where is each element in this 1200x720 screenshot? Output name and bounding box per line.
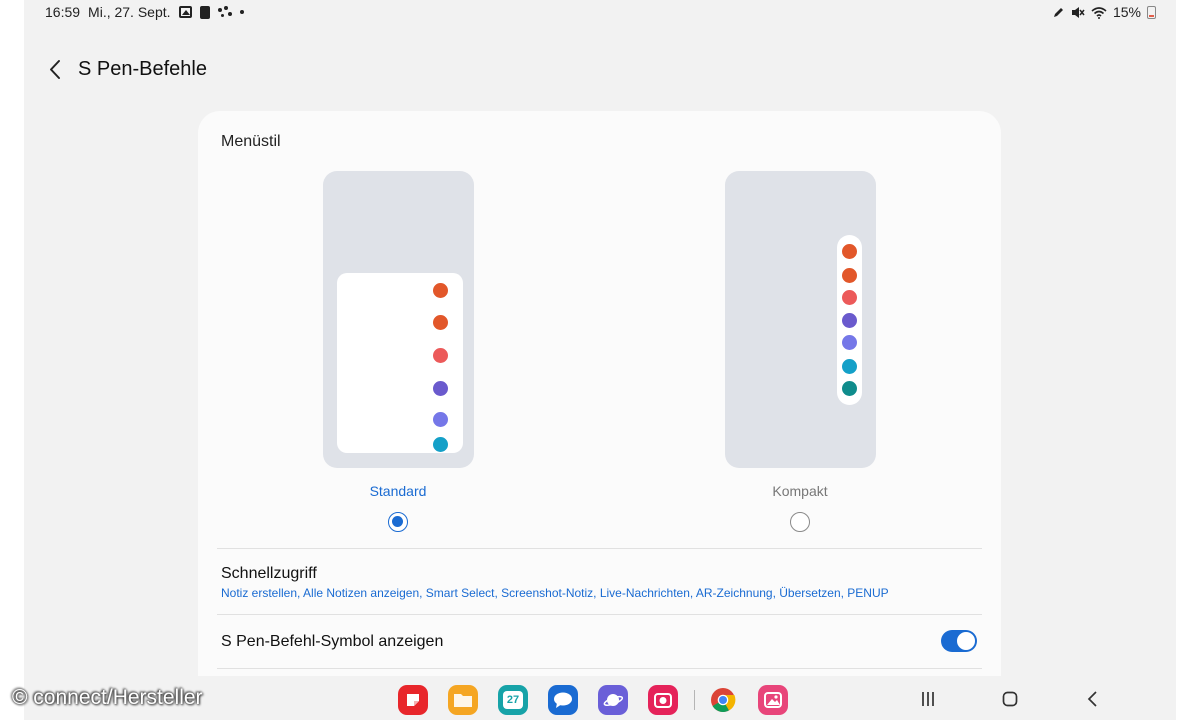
status-bar: 16:59 Mi., 27. Sept. 15%: [24, 0, 1176, 24]
compact-radio[interactable]: [790, 512, 810, 532]
picture-glyph-icon: [764, 692, 782, 708]
files-app-icon[interactable]: [448, 685, 478, 715]
divider: [217, 614, 982, 615]
planet-icon: [603, 694, 623, 706]
copyright-watermark: © connect/Hersteller: [12, 686, 203, 709]
menu-dot: [433, 412, 448, 427]
page-title: S Pen-Befehle: [78, 58, 207, 80]
standard-option-label[interactable]: Standard: [318, 483, 478, 499]
calendar-app-icon[interactable]: 27: [498, 685, 528, 715]
show-icon-toggle[interactable]: [941, 630, 977, 652]
menu-dot: [433, 315, 448, 330]
menu-dot: [842, 335, 857, 350]
nav-back-icon: [1087, 691, 1097, 707]
camera-glyph-icon: [654, 693, 672, 708]
wifi-icon: [1091, 6, 1107, 19]
folder-glyph-icon: [454, 694, 472, 707]
standard-radio[interactable]: [388, 512, 408, 532]
status-time: 16:59: [45, 4, 81, 20]
menu-dot: [842, 268, 857, 283]
menu-dot: [842, 313, 857, 328]
notes-app-icon[interactable]: [398, 685, 428, 715]
nav-back-button[interactable]: [1078, 686, 1108, 712]
status-date: Mi., 27. Sept.: [88, 4, 171, 20]
pen-icon: [1053, 7, 1063, 17]
menu-dot: [433, 381, 448, 396]
menu-dot: [842, 290, 857, 305]
notification-dot-icon: [239, 10, 244, 14]
battery-percent: 15%: [1112, 4, 1141, 20]
compact-menu-panel: [837, 235, 862, 405]
internet-app-icon[interactable]: [598, 685, 628, 715]
menu-dot: [842, 244, 857, 259]
app-header: S Pen-Befehle: [24, 48, 1176, 92]
show-icon-title[interactable]: S Pen-Befehl-Symbol anzeigen: [221, 633, 443, 651]
divider: [217, 668, 982, 669]
home-icon: [1002, 691, 1018, 707]
device-screen: 16:59 Mi., 27. Sept. 15% S Pen-Befehle M: [24, 0, 1176, 720]
recent-apps-button[interactable]: [913, 686, 943, 712]
menu-dot: [842, 359, 857, 374]
menu-dot: [433, 348, 448, 363]
standard-menu-panel: [337, 273, 463, 453]
speech-bubble-icon: [554, 692, 572, 708]
calendar-day: 27: [503, 691, 523, 709]
notes-glyph-icon: [407, 694, 419, 706]
compact-option-label[interactable]: Kompakt: [720, 483, 880, 499]
battery-icon: [1147, 5, 1156, 19]
back-button[interactable]: [40, 54, 72, 86]
gallery-icon: [178, 6, 192, 18]
assistant-dots-icon: [217, 6, 232, 18]
recents-icon: [922, 692, 934, 706]
home-button[interactable]: [995, 686, 1025, 712]
menu-dot: [433, 437, 448, 452]
divider: [217, 548, 982, 549]
menu-style-label: Menüstil: [221, 133, 281, 150]
quick-access-title[interactable]: Schnellzugriff: [221, 565, 317, 583]
chrome-logo-icon: [711, 688, 736, 713]
mute-icon: [1071, 6, 1085, 18]
settings-card: Menüstil Standard Kompakt Schnellzugriff…: [198, 111, 1001, 720]
menu-dot: [433, 283, 448, 298]
chrome-app-icon[interactable]: [708, 685, 738, 715]
taskbar-separator: [694, 690, 695, 710]
clipboard-icon: [199, 5, 210, 19]
gallery-app-icon[interactable]: [758, 685, 788, 715]
camera-app-icon[interactable]: [648, 685, 678, 715]
status-bar-left: 16:59 Mi., 27. Sept.: [45, 4, 244, 20]
standard-style-preview[interactable]: [323, 171, 474, 468]
chevron-left-icon: [50, 60, 60, 79]
status-bar-right: 15%: [1052, 4, 1156, 20]
messages-app-icon[interactable]: [548, 685, 578, 715]
quick-access-items: Notiz erstellen, Alle Notizen anzeigen, …: [221, 586, 889, 600]
compact-style-preview[interactable]: [725, 171, 876, 468]
menu-dot: [842, 381, 857, 396]
